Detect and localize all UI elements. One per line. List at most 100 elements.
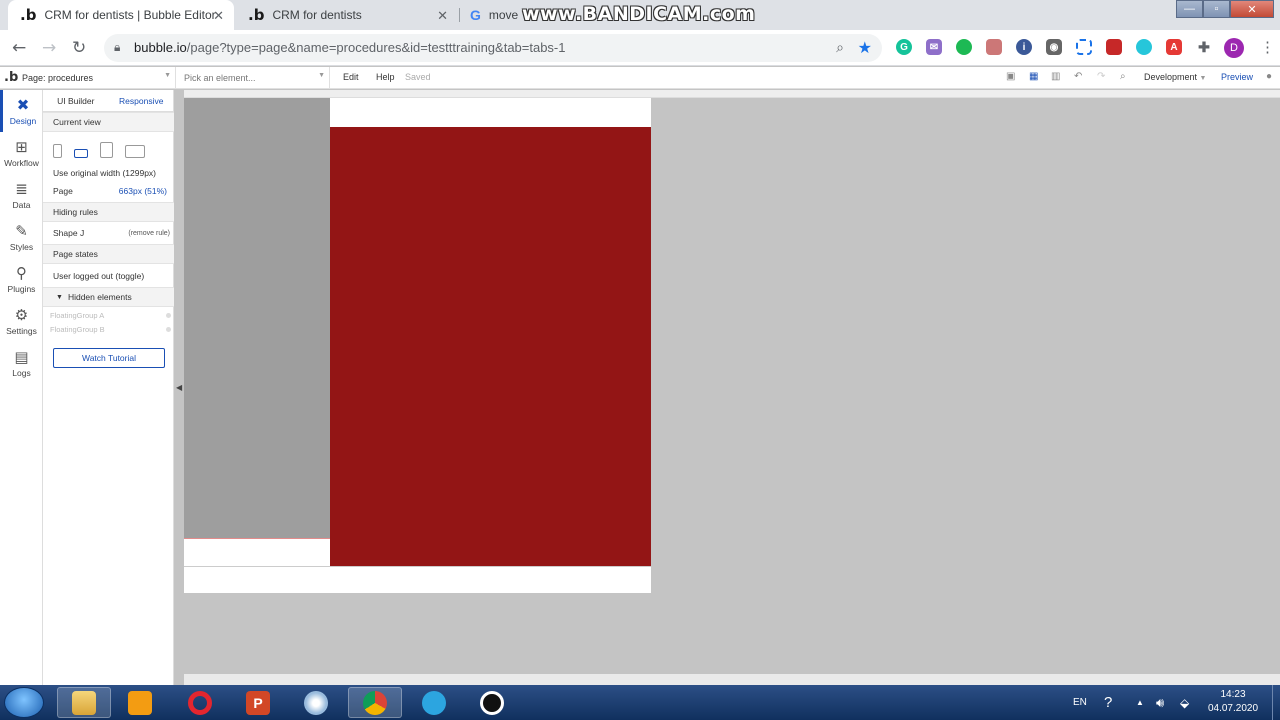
save-status: Saved	[405, 72, 431, 82]
reload-icon[interactable]: ↻	[72, 38, 86, 58]
volume-icon[interactable]: 🔊︎	[1156, 685, 1164, 720]
taskbar-media-player[interactable]	[113, 687, 167, 718]
rail-item-styles[interactable]: ✎ Styles	[0, 216, 43, 258]
editor-top-bar: .b Page: procedures ▼ Pick an element...…	[0, 67, 1280, 89]
tab-google-search[interactable]: G move	[458, 0, 528, 30]
tab-title: CRM for dentists | Bubble Editor	[44, 8, 216, 22]
help-icon[interactable]: ?	[1104, 685, 1112, 720]
screenshot-extension-icon[interactable]	[1076, 39, 1092, 55]
watch-tutorial-button[interactable]: Watch Tutorial	[53, 348, 165, 368]
tray-expand-icon[interactable]: ▲	[1136, 685, 1144, 720]
columns-icon[interactable]: ▥	[1051, 71, 1060, 82]
grid-icon[interactable]: ▦	[1029, 71, 1038, 82]
start-button-icon[interactable]	[4, 687, 44, 718]
telegram-icon	[422, 690, 446, 715]
minimize-icon[interactable]: —	[1176, 0, 1203, 18]
settings-icon: ⚙	[14, 306, 29, 324]
sync-extension-icon[interactable]	[1136, 39, 1152, 55]
pdf-extension-icon[interactable]: A	[1166, 39, 1182, 55]
mobile-landscape-device-icon[interactable]	[74, 149, 88, 158]
image-extension-icon[interactable]	[986, 39, 1002, 55]
rail-item-workflow[interactable]: ⊞ Workflow	[0, 132, 43, 174]
window-close-icon[interactable]: ✕	[1230, 0, 1274, 18]
use-original-width-toggle[interactable]: Use original width (1299px)	[43, 166, 174, 180]
page-width-value[interactable]: 663px (51%)	[119, 186, 167, 196]
taskbar-telegram[interactable]	[407, 687, 461, 718]
styles-icon: ✎	[15, 222, 28, 240]
rail-item-plugins[interactable]: ⚲ Plugins	[0, 258, 43, 300]
page-divider	[184, 566, 651, 567]
page-width-row: Page 663px (51%)	[43, 184, 174, 198]
rail-item-design[interactable]: ✖ Design	[0, 90, 43, 132]
forward-arrow-icon[interactable]: →	[42, 38, 56, 58]
extensions-puzzle-icon[interactable]: ✚	[1196, 39, 1212, 55]
visibility-dot-icon[interactable]	[166, 326, 171, 332]
horizontal-scrollbar[interactable]	[184, 674, 1280, 685]
taskbar-opera[interactable]	[173, 687, 227, 718]
search-icon[interactable]: ⌕	[1120, 71, 1126, 82]
remove-rule-link[interactable]: (remove rule)	[128, 230, 170, 237]
preview-button[interactable]: Preview	[1221, 72, 1253, 82]
help-menu[interactable]: Help	[376, 72, 395, 82]
redo-icon[interactable]: ↷	[1097, 71, 1105, 82]
shape-gray[interactable]	[184, 98, 330, 539]
taskbar-powerpoint[interactable]: P	[231, 687, 285, 718]
gift-icon[interactable]: ▣	[1006, 71, 1015, 82]
tab-crm-for-dentists[interactable]: .b CRM for dentists ✕	[236, 0, 458, 30]
tablet-device-icon[interactable]	[100, 142, 113, 158]
bookmark-star-icon[interactable]: ★	[858, 38, 872, 58]
taskbar-chrome[interactable]	[348, 687, 402, 718]
paint-icon	[304, 690, 328, 715]
tab-ui-builder[interactable]: UI Builder	[43, 90, 109, 111]
url-text[interactable]: bubble.io/page?type=page&name=procedures…	[134, 40, 566, 55]
dropbox-icon[interactable]: ⬙	[1180, 685, 1189, 720]
maximize-icon[interactable]: ▫	[1203, 0, 1230, 18]
taskbar-paint[interactable]	[289, 687, 343, 718]
chat-extension-icon[interactable]	[956, 39, 972, 55]
hidden-element-item[interactable]: FloatingGroup B	[43, 323, 174, 335]
environment-selector[interactable]: Development ▼	[1144, 72, 1206, 82]
tab-responsive[interactable]: Responsive	[109, 90, 175, 111]
mail-extension-icon[interactable]: ✉	[926, 39, 942, 55]
address-bar[interactable]: 🔒︎ bubble.io/page?type=page&name=procedu…	[104, 34, 882, 62]
language-indicator[interactable]: EN	[1073, 685, 1087, 720]
page-selector[interactable]: Page: procedures ▼	[20, 67, 176, 88]
data-icon: ≣	[15, 180, 28, 198]
profile-avatar[interactable]: D	[1224, 38, 1244, 58]
pocket-extension-icon[interactable]	[1106, 39, 1122, 55]
lock-icon[interactable]: 🔒︎	[114, 40, 120, 55]
rail-item-logs[interactable]: ▤ Logs	[0, 342, 43, 384]
zoom-icon[interactable]: ⌕	[836, 39, 844, 56]
visibility-dot-icon[interactable]	[166, 312, 171, 318]
close-icon[interactable]: ✕	[213, 8, 224, 24]
grammarly-extension-icon[interactable]: G	[896, 39, 912, 55]
hidden-element-item[interactable]: FloatingGroup A	[43, 309, 174, 321]
user-logged-out-toggle[interactable]: User logged out (toggle)	[43, 269, 174, 283]
element-picker[interactable]: Pick an element... ▼	[180, 67, 330, 88]
laptop-device-icon[interactable]	[125, 145, 145, 158]
collapse-panel-icon[interactable]: ◀	[176, 383, 182, 392]
hidden-elements-header[interactable]: ▼ Hidden elements	[43, 287, 174, 307]
back-arrow-icon[interactable]: ←	[12, 38, 26, 58]
bubble-logo-icon[interactable]: .b	[4, 70, 18, 85]
undo-icon[interactable]: ↶	[1074, 71, 1082, 82]
tab-bubble-editor[interactable]: .b CRM for dentists | Bubble Editor ✕	[8, 0, 234, 30]
system-clock[interactable]: 14:23 04.07.2020	[1203, 688, 1263, 716]
camera-extension-icon[interactable]: ◉	[1046, 39, 1062, 55]
mobile-device-icon[interactable]	[53, 144, 62, 158]
account-icon[interactable]: ●	[1266, 71, 1272, 82]
hiding-rule-element[interactable]: Shape J	[53, 228, 84, 238]
edit-menu[interactable]: Edit	[343, 72, 359, 82]
rail-item-data[interactable]: ≣ Data	[0, 174, 43, 216]
info-extension-icon[interactable]: i	[1016, 39, 1032, 55]
hiding-rule-row: Shape J (remove rule)	[43, 226, 174, 240]
close-icon[interactable]: ✕	[437, 8, 448, 24]
design-icon: ✖	[16, 96, 30, 114]
browser-menu-icon[interactable]: ⋮	[1260, 38, 1275, 56]
rail-item-settings[interactable]: ⚙ Settings	[0, 300, 43, 342]
tab-title: CRM for dentists	[272, 8, 362, 22]
shape-red[interactable]	[330, 127, 651, 567]
taskbar-explorer[interactable]	[57, 687, 111, 718]
taskbar-bandicam[interactable]	[465, 687, 519, 718]
show-desktop-button[interactable]	[1272, 685, 1280, 720]
